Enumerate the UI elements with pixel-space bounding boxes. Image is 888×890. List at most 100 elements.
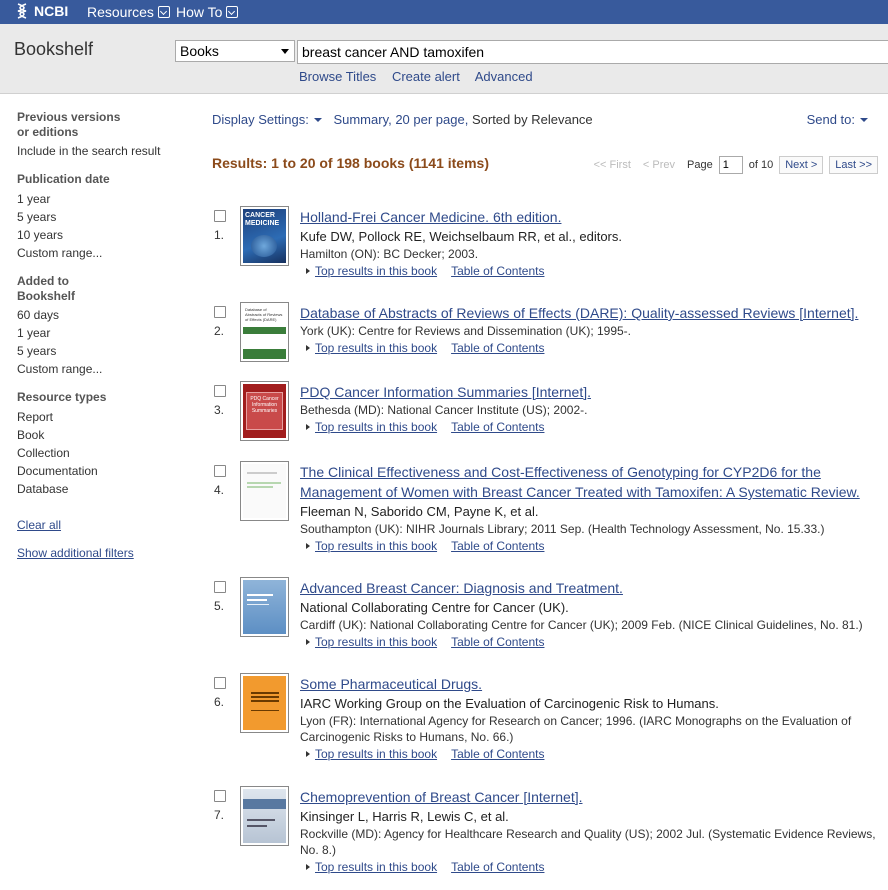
result-checkbox[interactable] [214, 385, 226, 397]
result-source: Cardiff (UK): National Collaborating Cen… [300, 618, 863, 632]
book-cover-thumbnail[interactable]: PDQ Cancer Information Summaries [240, 381, 289, 441]
filter-item[interactable]: Documentation [17, 462, 197, 480]
result-checkbox[interactable] [214, 210, 226, 222]
result-source: York (UK): Centre for Reviews and Dissem… [300, 324, 632, 338]
triangle-right-icon [306, 639, 310, 645]
browse-titles-link[interactable]: Browse Titles [299, 69, 376, 84]
page-label: Page [687, 159, 713, 171]
result-title-link[interactable]: Holland-Frei Cancer Medicine. 6th editio… [300, 207, 880, 227]
result-title-link[interactable]: Advanced Breast Cancer: Diagnosis and Tr… [300, 578, 880, 598]
filter-section-title: or editions [17, 125, 79, 139]
filter-item[interactable]: 60 days [17, 306, 197, 324]
filter-item[interactable]: Custom range... [17, 360, 197, 378]
table-of-contents-link[interactable]: Table of Contents [451, 860, 544, 874]
table-of-contents-link[interactable]: Table of Contents [451, 747, 544, 761]
send-to-button[interactable]: Send to: [807, 112, 868, 127]
display-settings-button[interactable]: Display Settings: [212, 112, 309, 127]
cover-title-text: Database of Abstracts of Reviews of Effe… [245, 307, 283, 322]
filter-item[interactable]: Custom range... [17, 244, 197, 262]
cover-title-text: PDQ Cancer Information Summaries [250, 396, 279, 414]
filter-item[interactable]: Book [17, 426, 197, 444]
ncbi-helix-icon [17, 3, 27, 19]
result-authors: National Collaborating Centre for Cancer… [300, 600, 569, 615]
filter-item[interactable]: 10 years [17, 226, 197, 244]
filter-item[interactable]: 5 years [17, 208, 197, 226]
top-results-link[interactable]: Top results in this book [315, 635, 437, 649]
result-number: 4. [214, 483, 225, 497]
result-number: 1. [214, 228, 225, 242]
result-title-link[interactable]: Database of Abstracts of Reviews of Effe… [300, 303, 880, 323]
filter-item[interactable]: 1 year [17, 190, 197, 208]
top-results-link[interactable]: Top results in this book [315, 420, 437, 434]
result-checkbox[interactable] [214, 465, 226, 477]
table-of-contents-link[interactable]: Table of Contents [451, 264, 544, 278]
resources-menu[interactable]: Resources [87, 4, 170, 20]
top-results-link[interactable]: Top results in this book [315, 539, 437, 553]
triangle-right-icon [306, 751, 310, 757]
table-of-contents-link[interactable]: Table of Contents [451, 539, 544, 553]
filter-item[interactable]: Database [17, 480, 197, 498]
result-checkbox[interactable] [214, 790, 226, 802]
filter-item[interactable]: Report [17, 408, 197, 426]
triangle-down-icon [860, 118, 868, 122]
result-checkbox[interactable] [214, 581, 226, 593]
result-authors: IARC Working Group on the Evaluation of … [300, 696, 719, 711]
page-number-input[interactable] [718, 156, 743, 174]
advanced-link[interactable]: Advanced [475, 69, 533, 84]
result-title-link[interactable]: PDQ Cancer Information Summaries [Intern… [300, 382, 880, 402]
result-number: 6. [214, 695, 225, 709]
prev-page-link[interactable]: < Prev [643, 159, 675, 171]
filter-section-title: Added to [17, 274, 69, 288]
display-summary-link[interactable]: Summary, 20 per page, [333, 112, 468, 127]
filter-item[interactable]: 5 years [17, 342, 197, 360]
clear-all-link[interactable]: Clear all [17, 518, 61, 532]
table-of-contents-link[interactable]: Table of Contents [451, 420, 544, 434]
ncbi-topbar: NCBI Resources How To [0, 0, 888, 24]
result-source: Lyon (FR): International Agency for Rese… [300, 714, 852, 744]
result-title-link[interactable]: Some Pharmaceutical Drugs. [300, 674, 880, 694]
show-additional-filters-link[interactable]: Show additional filters [17, 546, 134, 560]
sort-order-text: Sorted by Relevance [471, 112, 593, 127]
filter-item[interactable]: Collection [17, 444, 197, 462]
result-checkbox[interactable] [214, 677, 226, 689]
book-cover-thumbnail[interactable] [240, 673, 289, 733]
table-of-contents-link[interactable]: Table of Contents [451, 635, 544, 649]
result-number: 5. [214, 599, 225, 613]
top-results-link[interactable]: Top results in this book [315, 747, 437, 761]
results-count: Results: 1 to 20 of 198 books (1141 item… [212, 155, 489, 171]
search-input[interactable] [297, 40, 888, 64]
top-results-link[interactable]: Top results in this book [315, 264, 437, 278]
filter-item[interactable]: 1 year [17, 324, 197, 342]
book-cover-thumbnail[interactable] [240, 786, 289, 846]
table-of-contents-link[interactable]: Table of Contents [451, 341, 544, 355]
result-title-link[interactable]: Chemoprevention of Breast Cancer [Intern… [300, 787, 880, 807]
triangle-right-icon [306, 864, 310, 870]
triangle-right-icon [306, 424, 310, 430]
book-cover-thumbnail[interactable]: CANCER MEDICINE [240, 206, 289, 266]
first-page-link[interactable]: << First [594, 159, 631, 171]
database-select[interactable]: Books [175, 40, 295, 62]
top-results-link[interactable]: Top results in this book [315, 860, 437, 874]
result-source: Rockville (MD): Agency for Healthcare Re… [300, 827, 876, 857]
book-cover-thumbnail[interactable] [240, 461, 289, 521]
result-checkbox[interactable] [214, 306, 226, 318]
top-results-link[interactable]: Top results in this book [315, 341, 437, 355]
triangle-right-icon [306, 543, 310, 549]
last-page-button[interactable]: Last >> [829, 156, 878, 174]
ncbi-logo[interactable]: NCBI [14, 3, 68, 19]
book-cover-thumbnail[interactable] [240, 577, 289, 637]
create-alert-link[interactable]: Create alert [392, 69, 460, 84]
dropdown-arrow-icon [281, 49, 289, 54]
result-number: 7. [214, 808, 225, 822]
filter-item[interactable]: Include in the search result [17, 142, 197, 160]
result-authors: Kufe DW, Pollock RE, Weichselbaum RR, et… [300, 229, 622, 244]
triangle-right-icon [306, 345, 310, 351]
filter-section-title: Resource types [17, 390, 107, 404]
howto-menu[interactable]: How To [176, 4, 239, 20]
book-cover-thumbnail[interactable]: Database of Abstracts of Reviews of Effe… [240, 302, 289, 362]
result-source: Southampton (UK): NIHR Journals Library;… [300, 522, 825, 536]
result-title-link[interactable]: The Clinical Effectiveness and Cost-Effe… [300, 462, 880, 502]
next-page-button[interactable]: Next > [779, 156, 824, 174]
display-settings-row: Display Settings: Summary, 20 per page, … [212, 112, 872, 127]
pager: << First < Prev Page of 10 Next > Last >… [594, 156, 878, 174]
